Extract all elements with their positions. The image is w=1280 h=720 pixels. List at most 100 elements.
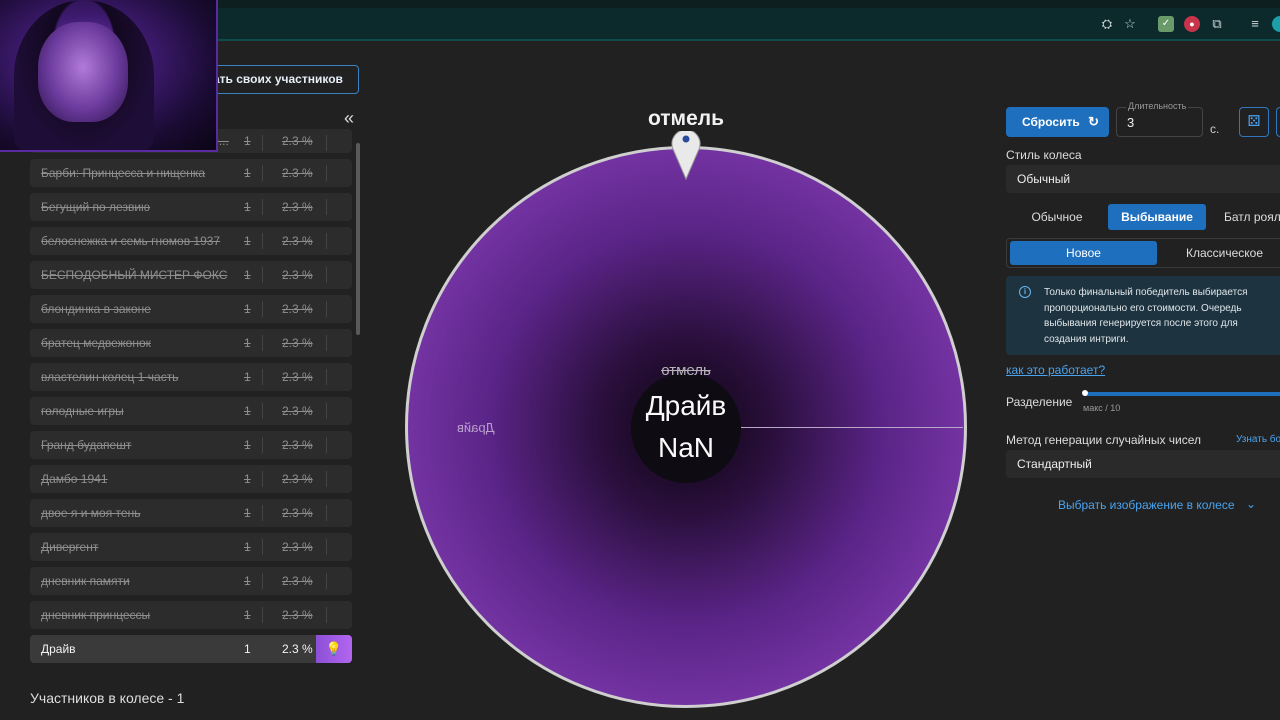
wheel-style-select[interactable]: Обычный <box>1006 165 1280 193</box>
participant-percent: 2.3 % <box>282 234 313 248</box>
participant-count[interactable]: 1 <box>244 472 251 486</box>
participant-name: голодные игры <box>41 404 124 418</box>
participants-list: Барой последний фильм: с гусн...12.3 %Ба… <box>30 129 352 669</box>
mode-tabs: Обычное Выбывание Батл роял <box>1006 204 1280 232</box>
list-item[interactable]: двое я и моя тень 1 2.3 % <box>30 499 352 527</box>
divider <box>326 165 327 181</box>
list-item[interactable]: Бегущий по лезвию 1 2.3 % <box>30 193 352 221</box>
list-item[interactable]: Дамбо 1941 1 2.3 % <box>30 465 352 493</box>
list-item[interactable]: Барби: Принцесса и нищенка 1 2.3 % <box>30 159 352 187</box>
participant-count[interactable]: 1 <box>244 302 251 316</box>
participant-percent: 2.3 % <box>282 540 313 554</box>
tab-normal[interactable]: Обычное <box>1006 204 1108 230</box>
divider <box>262 607 263 623</box>
webcam-overlay <box>0 0 218 152</box>
participant-percent: 2.3 % <box>282 200 313 214</box>
participant-name: Гранд будапешт <box>41 438 132 452</box>
reset-button[interactable]: Сбросить ↻ <box>1006 107 1109 137</box>
participant-name: двое я и моя тень <box>41 506 141 520</box>
participant-count[interactable]: 1 <box>244 166 251 180</box>
add-participants-button[interactable]: ать своих участников <box>200 65 359 94</box>
choose-wheel-image-link[interactable]: Выбрать изображение в колесе <box>1058 498 1235 512</box>
split-max-label: макс / 10 <box>1083 403 1121 413</box>
participant-count[interactable]: 1 <box>244 608 251 622</box>
participant-count[interactable]: 1 <box>244 642 251 656</box>
participant-count[interactable]: 1 <box>244 370 251 384</box>
wheel-center-eliminated: отмель <box>661 362 711 379</box>
subtab-classic[interactable]: Классическое <box>1167 241 1280 265</box>
split-label: Разделение <box>1006 395 1073 409</box>
how-it-works-link[interactable]: как это работает? <box>1006 363 1105 377</box>
list-item[interactable]: голодные игры 1 2.3 % <box>30 397 352 425</box>
participant-count[interactable]: 1 <box>244 268 251 282</box>
tab-elimination[interactable]: Выбывание <box>1108 204 1206 230</box>
lightbulb-icon[interactable]: 💡 <box>316 635 352 663</box>
wheel-current-winner: отмель <box>647 107 725 130</box>
list-item[interactable]: блондинка в законе 1 2.3 % <box>30 295 352 323</box>
list-item[interactable]: БЕСПОДОБНЫЙ МИСТЕР ФОКС 1 2.3 % <box>30 261 352 289</box>
wheel-segment-label: Драйв <box>457 420 495 435</box>
profile-avatar-icon[interactable] <box>1272 16 1280 32</box>
rng-method-label: Метод генерации случайных чисел <box>1006 433 1202 447</box>
participant-percent: 2.3 % <box>282 134 313 148</box>
divider <box>262 165 263 181</box>
list-item[interactable]: братец медвежонок 1 2.3 % <box>30 329 352 357</box>
list-item[interactable]: Гранд будапешт 1 2.3 % <box>30 431 352 459</box>
reading-list-icon[interactable]: ≡ <box>1247 16 1263 32</box>
list-scrollbar[interactable] <box>356 143 360 335</box>
subtab-new[interactable]: Новое <box>1010 241 1157 265</box>
split-slider-handle[interactable] <box>1082 390 1088 396</box>
divider <box>326 607 327 623</box>
list-item-active[interactable]: Драйв 1 2.3 % 💡 <box>30 635 352 663</box>
participant-count[interactable]: 1 <box>244 200 251 214</box>
extension-check-icon[interactable]: ✓ <box>1158 16 1174 32</box>
divider <box>262 471 263 487</box>
list-item[interactable]: дневник принцессы 1 2.3 % <box>30 601 352 629</box>
list-item[interactable]: властелин колец 1 часть 1 2.3 % <box>30 363 352 391</box>
chevron-down-icon[interactable]: ⌄ <box>1246 497 1256 511</box>
participant-name: Барби: Принцесса и нищенка <box>41 166 206 180</box>
participant-name: Драйв <box>41 642 76 656</box>
divider <box>262 233 263 249</box>
participant-percent: 2.3 % <box>282 574 313 588</box>
list-item[interactable]: белоснежка и семь гномов 1937 1 2.3 % <box>30 227 352 255</box>
webcam-face-shape <box>38 22 128 122</box>
dice-icon[interactable]: ⚄ <box>1239 107 1269 137</box>
divider <box>262 539 263 555</box>
split-slider[interactable] <box>1083 392 1280 396</box>
rng-method-select[interactable]: Стандартный <box>1006 450 1280 478</box>
participant-count[interactable]: 1 <box>244 540 251 554</box>
participant-count[interactable]: 1 <box>244 234 251 248</box>
divider <box>262 505 263 521</box>
participant-name: Дамбо 1941 <box>41 472 108 486</box>
list-item[interactable]: Дивергент 1 2.3 % <box>30 533 352 561</box>
participant-percent: 2.3 % <box>282 608 313 622</box>
participant-count[interactable]: 1 <box>244 336 251 350</box>
tab-battle-royale[interactable]: Батл роял <box>1212 204 1280 230</box>
participant-count[interactable]: 1 <box>244 574 251 588</box>
participant-count[interactable]: 1 <box>244 506 251 520</box>
participant-name: Бегущий по лезвию <box>41 200 151 214</box>
divider <box>326 369 327 385</box>
bookmark-star-icon[interactable]: ☆ <box>1122 16 1138 32</box>
extension-record-icon[interactable]: ● <box>1184 16 1200 32</box>
translate-icon[interactable]: ⛭ <box>1099 16 1115 32</box>
wheel-pointer-icon <box>671 131 701 181</box>
participant-count[interactable]: 1 <box>244 438 251 452</box>
participant-count[interactable]: 1 <box>244 404 251 418</box>
collapse-panel-icon[interactable]: « <box>344 108 354 129</box>
divider <box>262 369 263 385</box>
wheel-style-label: Стиль колеса <box>1006 148 1082 162</box>
participant-count[interactable]: 1 <box>244 134 251 148</box>
info-text: Только финальный победитель выбирается п… <box>1044 287 1248 345</box>
participant-percent: 2.3 % <box>282 370 313 384</box>
rng-learn-more-link[interactable]: Узнать бо <box>1236 434 1280 445</box>
participant-percent: 2.3 % <box>282 404 313 418</box>
more-options-button[interactable] <box>1276 107 1280 137</box>
list-item[interactable]: дневник памяти 1 2.3 % <box>30 567 352 595</box>
duration-value[interactable]: 3 <box>1127 115 1134 130</box>
participant-percent: 2.3 % <box>282 642 313 656</box>
extensions-puzzle-icon[interactable]: ⧉ <box>1209 16 1225 32</box>
divider <box>262 135 263 151</box>
divider <box>326 199 327 215</box>
